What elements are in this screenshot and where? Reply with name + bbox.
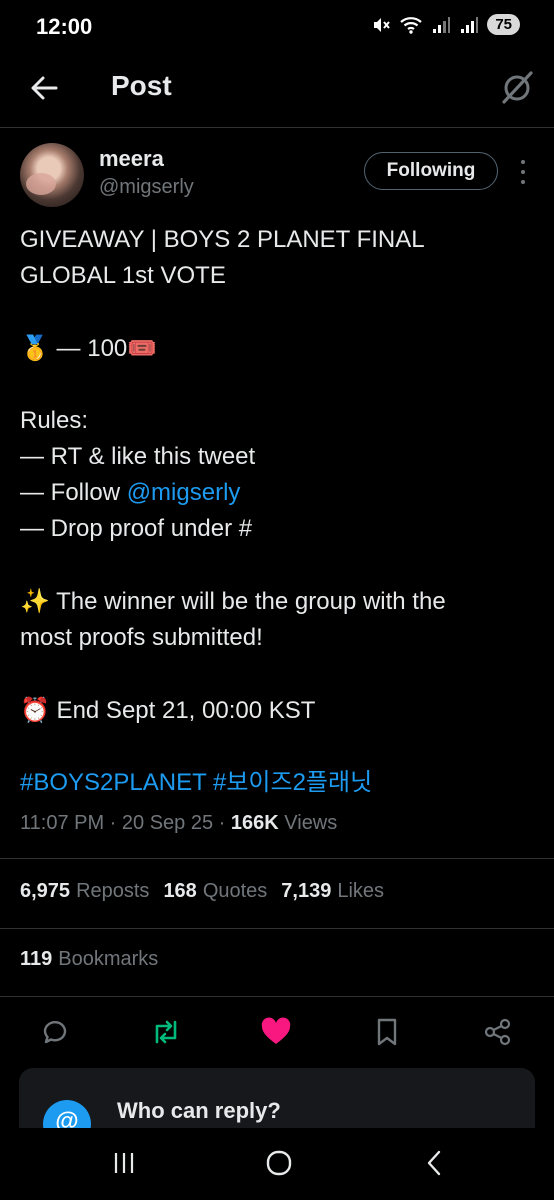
rule-item: — RT & like this tweet xyxy=(20,443,256,470)
tweet-text: GIVEAWAY | BOYS 2 PLANET FINAL GLOBAL 1s… xyxy=(20,222,536,801)
mute-icon xyxy=(374,17,391,32)
dot-icon xyxy=(521,160,525,164)
divider xyxy=(0,928,554,929)
chevron-left-icon xyxy=(427,1150,441,1176)
grok-button[interactable] xyxy=(498,68,536,106)
bookmark-icon xyxy=(377,1018,397,1046)
status-bar: 12:00 75 xyxy=(0,0,554,56)
avatar[interactable] xyxy=(20,143,84,207)
dot-icon xyxy=(521,170,525,174)
bookmarks-stat[interactable]: 119 Bookmarks xyxy=(20,948,158,971)
reposts-count: 6,975 xyxy=(20,880,71,902)
status-time: 12:00 xyxy=(36,14,93,39)
bookmarks-label: Bookmarks xyxy=(58,948,159,970)
tweet-line: GLOBAL 1st VOTE xyxy=(20,262,226,289)
back-button[interactable] xyxy=(26,70,62,106)
system-back-button[interactable] xyxy=(412,1146,456,1180)
divider xyxy=(0,996,554,997)
arrow-left-icon xyxy=(31,76,58,100)
top-nav: Post xyxy=(0,56,554,128)
likes-label: Likes xyxy=(337,880,385,902)
prize-text: — 100 xyxy=(49,335,128,362)
system-nav-bar xyxy=(0,1128,554,1200)
winner-text: The winner will be the group with the xyxy=(49,588,446,615)
dot-icon xyxy=(521,180,525,184)
wifi-icon xyxy=(400,16,423,34)
hashtag-line: #BOYS2PLANET #보이즈2플래닛 xyxy=(20,765,536,801)
signal-icon xyxy=(433,16,451,33)
author-display-name[interactable]: meera xyxy=(99,146,164,172)
battery-indicator: 75 xyxy=(487,14,520,35)
rule-item: — Drop proof under # xyxy=(20,515,253,542)
views-label: Views xyxy=(284,812,338,834)
home-icon xyxy=(266,1150,292,1176)
tweet-time[interactable]: 11:07 PM xyxy=(20,812,104,834)
divider xyxy=(0,858,554,859)
views-count: 166K xyxy=(230,812,279,834)
end-line: ⏰ End Sept 21, 00:00 KST xyxy=(20,692,536,729)
rule-text: — Follow xyxy=(20,479,127,506)
reposts-label: Reposts xyxy=(76,880,150,902)
mention-link[interactable]: @migserly xyxy=(127,479,241,506)
repost-button[interactable] xyxy=(146,1012,186,1052)
status-icons: 75 xyxy=(371,14,520,35)
medal-icon: 🥇 xyxy=(20,334,50,362)
who-can-reply-title: Who can reply? xyxy=(117,1098,281,1123)
hashtag-link[interactable]: #보이즈2플래닛 xyxy=(213,769,372,796)
winner-line: ✨ The winner will be the group with the xyxy=(20,583,536,620)
recent-apps-button[interactable] xyxy=(102,1146,146,1180)
share-icon xyxy=(484,1018,511,1046)
like-button[interactable] xyxy=(256,1012,296,1052)
grok-icon xyxy=(502,71,533,104)
quotes-stat[interactable]: 168 Quotes xyxy=(163,880,267,903)
tweet-date[interactable]: 20 Sep 25 xyxy=(122,812,213,834)
home-button[interactable] xyxy=(257,1146,301,1180)
prize-line: 🥇 — 100🎟️ xyxy=(20,330,536,367)
share-button[interactable] xyxy=(478,1012,518,1052)
more-options-button[interactable] xyxy=(516,158,530,186)
reply-icon xyxy=(43,1021,67,1044)
reposts-stat[interactable]: 6,975 Reposts xyxy=(20,880,149,903)
engagement-stats: 6,975 Reposts 168 Quotes 7,139 Likes xyxy=(20,880,384,903)
action-bar xyxy=(0,1012,554,1052)
quotes-label: Quotes xyxy=(202,880,268,902)
tweet-line: GIVEAWAY | BOYS 2 PLANET FINAL xyxy=(20,226,425,253)
tweet-meta: 11:07 PM · 20 Sep 25 · 166K Views xyxy=(20,812,338,834)
bookmarks-count: 119 xyxy=(20,948,53,970)
alarm-clock-icon: ⏰ xyxy=(20,696,50,724)
likes-count: 7,139 xyxy=(281,880,332,902)
rule-item: — Follow @migserly xyxy=(20,475,536,511)
end-text: End Sept 21, 00:00 KST xyxy=(49,697,316,724)
likes-stat[interactable]: 7,139 Likes xyxy=(281,880,384,903)
rules-title: Rules: xyxy=(20,407,89,434)
ticket-icon: 🎟️ xyxy=(127,334,158,362)
hashtag-link[interactable]: #BOYS2PLANET xyxy=(20,769,206,796)
author-handle[interactable]: @migserly xyxy=(99,176,194,199)
heart-icon xyxy=(261,1017,291,1044)
reply-button[interactable] xyxy=(36,1012,76,1052)
following-button[interactable]: Following xyxy=(364,152,498,190)
page-title: Post xyxy=(111,70,172,101)
bookmark-button[interactable] xyxy=(367,1012,407,1052)
quotes-count: 168 xyxy=(163,880,197,902)
signal-icon xyxy=(461,16,479,33)
repost-icon xyxy=(155,1020,177,1044)
winner-line: most proofs submitted! xyxy=(20,624,263,651)
recent-apps-icon xyxy=(114,1153,134,1173)
sparkles-icon: ✨ xyxy=(20,587,50,615)
